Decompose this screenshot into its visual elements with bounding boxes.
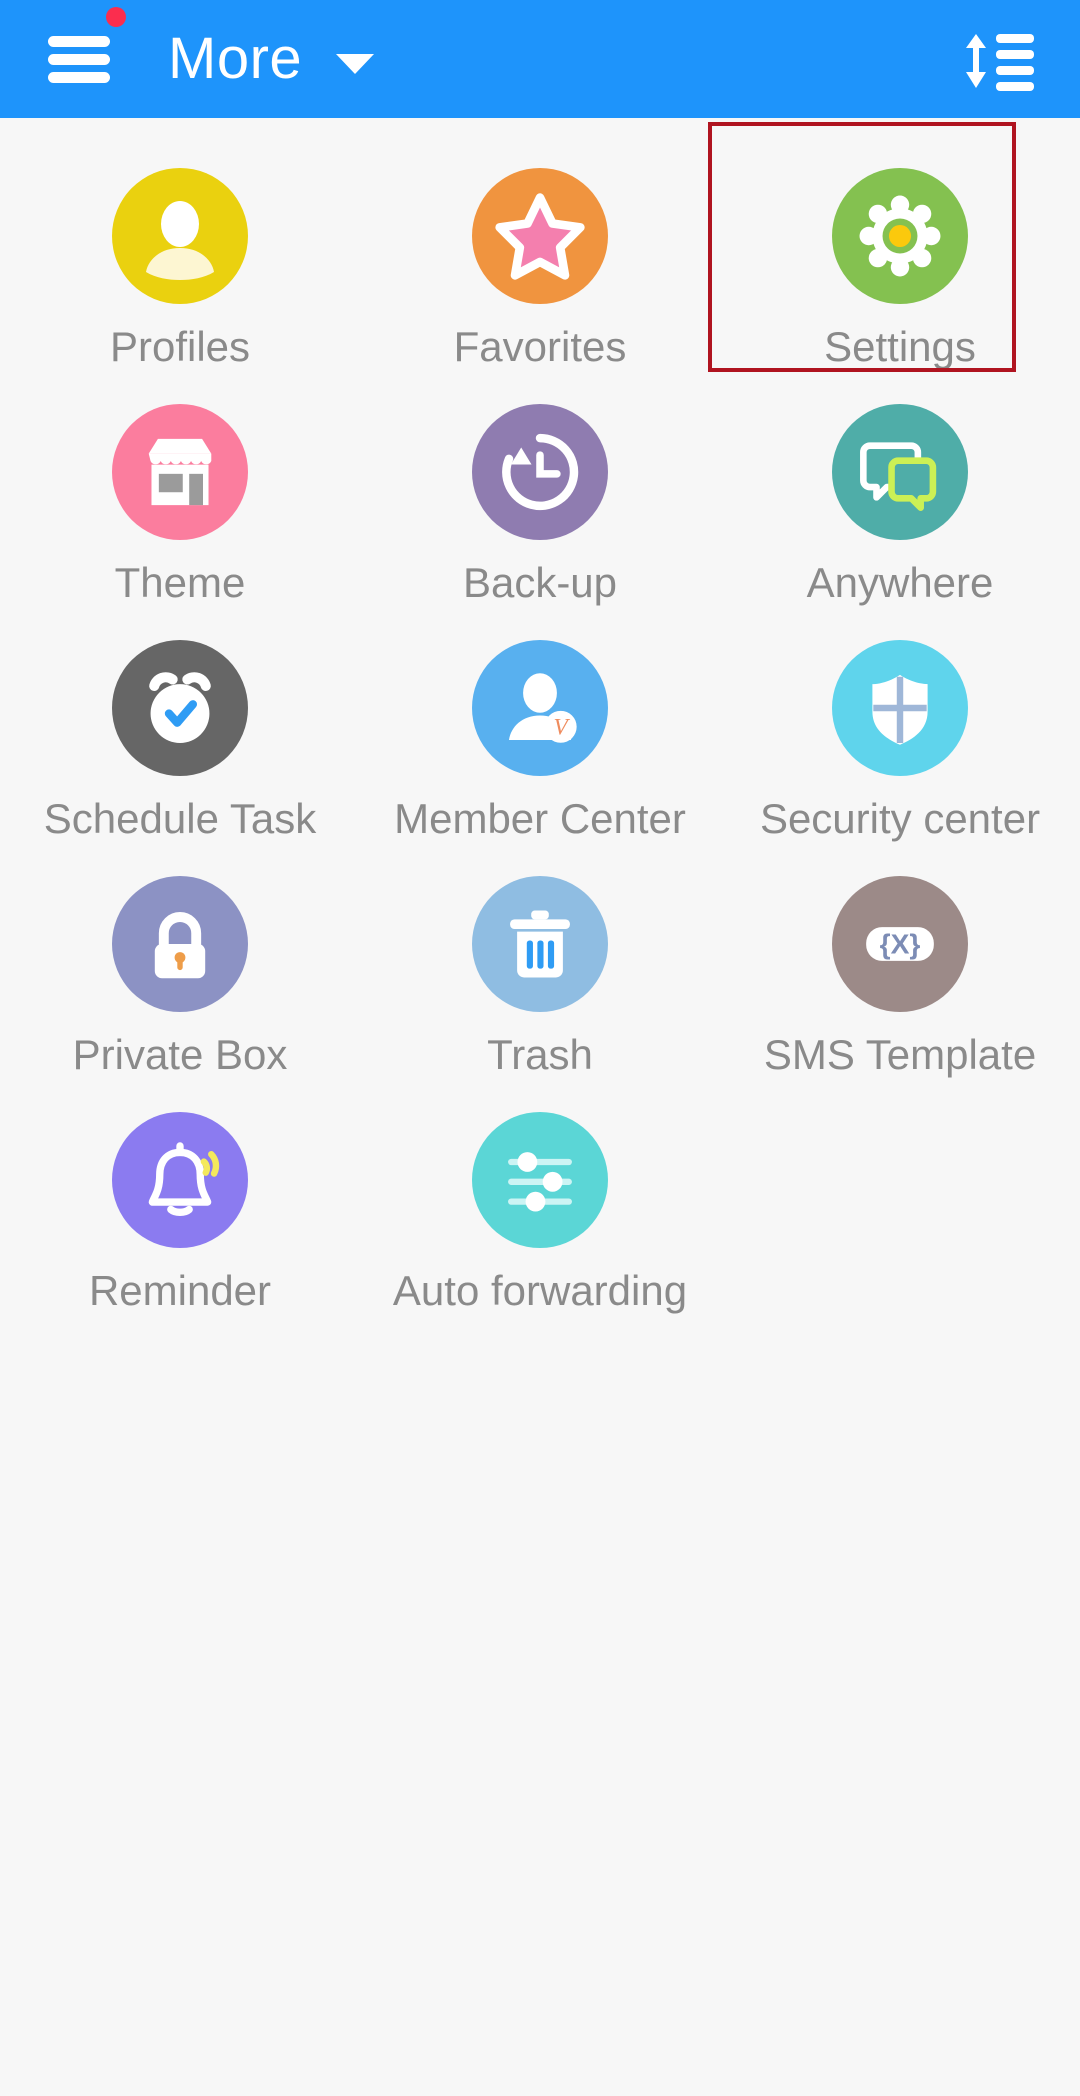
grid-item-security-center[interactable]: Security center: [720, 618, 1080, 854]
grid-item-private-box[interactable]: Private Box: [0, 854, 360, 1090]
grid-item-label: Schedule Task: [43, 795, 317, 842]
favorites-icon-circle: [472, 168, 608, 304]
grid-item-settings[interactable]: Settings: [720, 146, 1080, 382]
grid-item-label: Back-up: [462, 559, 618, 606]
gear-icon: [859, 195, 941, 277]
auto-forwarding-icon-circle: [472, 1112, 608, 1248]
sort-list-icon: [966, 34, 1034, 91]
backup-icon-circle: [472, 404, 608, 540]
shield-icon: [872, 674, 928, 745]
reminder-icon-circle: [112, 1112, 248, 1248]
sliders-icon: [508, 1152, 572, 1212]
grid-item-label: Profiles: [109, 323, 251, 370]
clock-restore-icon: [502, 433, 579, 511]
page-title: More: [168, 26, 303, 91]
grid-item-label: Settings: [824, 323, 976, 370]
grid-item-anywhere[interactable]: Anywhere: [720, 382, 1080, 618]
hamburger-menu-icon-line2: [48, 54, 110, 65]
title-dropdown-button[interactable]: More: [168, 26, 375, 91]
grid-item-label: Trash: [487, 1031, 593, 1078]
grid-item-profiles[interactable]: Profiles: [0, 146, 360, 382]
grid-item-member-center[interactable]: V Member Center: [360, 618, 720, 854]
padlock-icon: [154, 912, 206, 979]
grid-item-label: SMS Template: [763, 1031, 1037, 1078]
grid-item-sms-template[interactable]: {X} SMS Template: [720, 854, 1080, 1090]
feature-grid: Profiles Favorites Settings Theme Back-u…: [0, 118, 1080, 1326]
chevron-down-icon: [336, 54, 375, 74]
grid-item-empty: [720, 1090, 1080, 1326]
theme-icon-circle: [112, 404, 248, 540]
svg-text:{X}: {X}: [880, 927, 921, 959]
grid-item-theme[interactable]: Theme: [0, 382, 360, 618]
grid-item-trash[interactable]: Trash: [360, 854, 720, 1090]
grid-item-label: Anywhere: [806, 559, 994, 606]
profiles-icon-circle: [112, 168, 248, 304]
chat-bubbles-icon: [860, 442, 937, 512]
grid-item-reminder[interactable]: Reminder: [0, 1090, 360, 1326]
app-screen: More Profiles Favorites Settings Theme B…: [0, 0, 1080, 2096]
app-header-bar: More: [0, 0, 1080, 118]
grid-item-label: Reminder: [88, 1267, 272, 1314]
bell-ringing-icon: [148, 1142, 220, 1216]
grid-item-label: Security center: [759, 795, 1041, 842]
grid-item-label: Theme: [114, 559, 246, 606]
trash-icon-circle: [472, 876, 608, 1012]
grid-item-backup[interactable]: Back-up: [360, 382, 720, 618]
grid-item-schedule-task[interactable]: Schedule Task: [0, 618, 360, 854]
grid-item-label: Auto forwarding: [392, 1267, 688, 1314]
grid-item-label: Private Box: [72, 1031, 288, 1078]
profile-person-icon: [146, 201, 214, 280]
security-center-icon-circle: [832, 640, 968, 776]
storefront-icon: [148, 438, 212, 506]
notification-dot-icon: [106, 7, 126, 27]
sort-list-button[interactable]: [964, 28, 1036, 92]
trash-can-icon: [510, 910, 570, 978]
member-center-icon-circle: V: [472, 640, 608, 776]
private-box-icon-circle: [112, 876, 248, 1012]
grid-item-auto-forwarding[interactable]: Auto forwarding: [360, 1090, 720, 1326]
schedule-task-icon-circle: [112, 640, 248, 776]
grid-item-label: Favorites: [453, 323, 627, 370]
hamburger-menu-icon: [48, 36, 110, 47]
star-icon: [495, 193, 585, 280]
alarm-clock-check-icon: [149, 672, 211, 743]
member-vip-icon: V: [508, 673, 577, 743]
hamburger-menu-button[interactable]: [48, 7, 126, 85]
braces-x-icon: {X}: [866, 927, 934, 961]
hamburger-menu-icon-line3: [48, 72, 110, 83]
sms-template-icon-circle: {X}: [832, 876, 968, 1012]
settings-icon-circle: [832, 168, 968, 304]
grid-item-favorites[interactable]: Favorites: [360, 146, 720, 382]
anywhere-icon-circle: [832, 404, 968, 540]
grid-item-label: Member Center: [394, 795, 686, 842]
